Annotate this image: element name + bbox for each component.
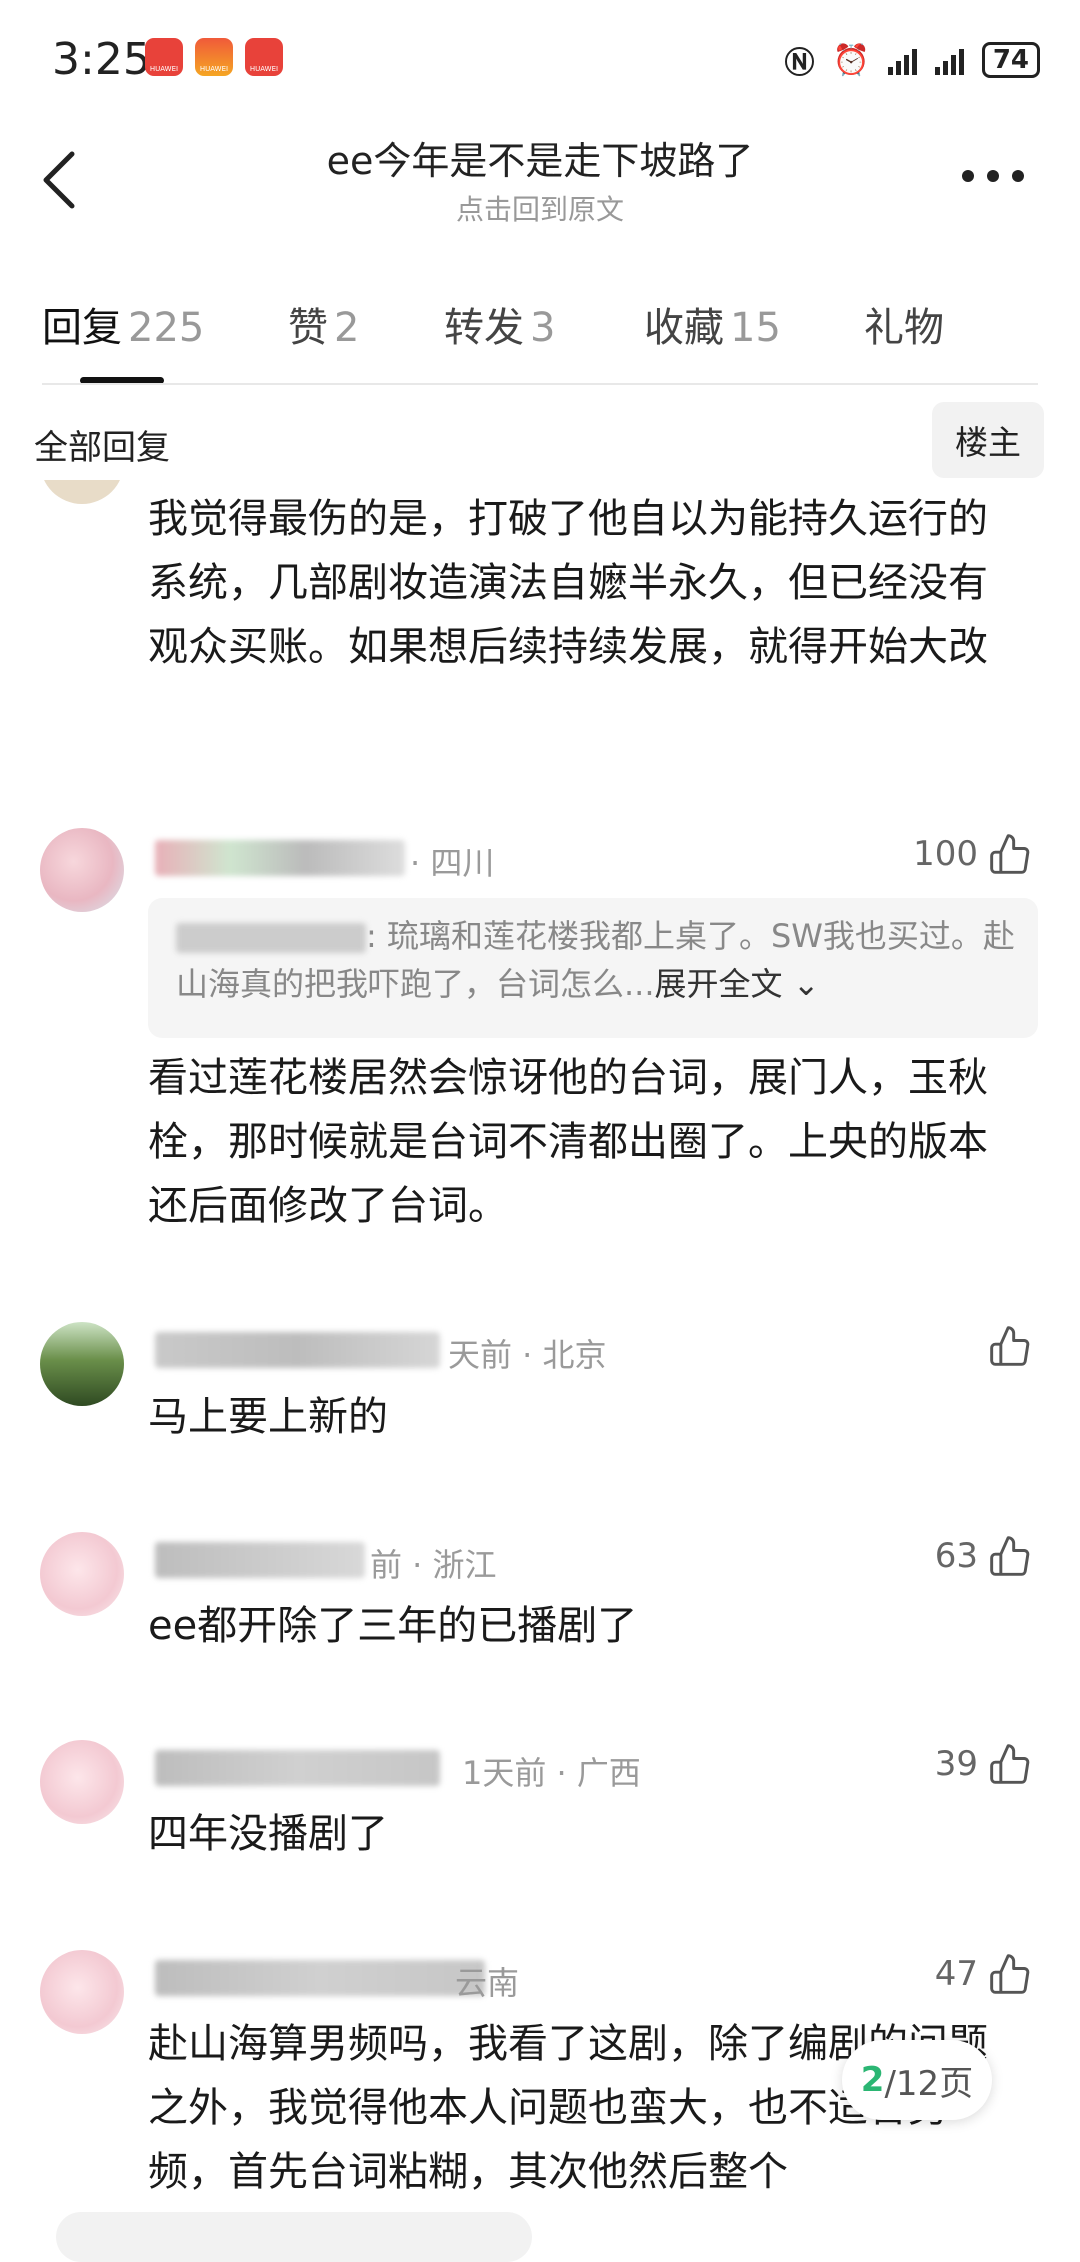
chevron-down-icon: ⌄	[782, 965, 820, 1003]
status-indicators: Ⓝ ⏰ 74	[784, 38, 1040, 82]
username[interactable]	[155, 1750, 440, 1786]
comment-meta: 天前 · 北京	[448, 1336, 607, 1374]
like-count: 100	[913, 834, 978, 874]
tab-gifts[interactable]: 礼物	[864, 295, 944, 353]
quoted-username	[176, 923, 366, 953]
like-button[interactable]: 63	[935, 1534, 1032, 1578]
tab-reposts[interactable]: 转发 3	[444, 295, 555, 353]
comment-text: 马上要上新的	[148, 1394, 388, 1440]
comment-text: 看过莲花楼居然会惊讶他的台词，展门人，玉秋栓，那时候就是台词不清都出圈了。上央的…	[148, 1055, 988, 1229]
comment-text: 四年没播剧了	[148, 1811, 388, 1857]
tab-replies[interactable]: 回复 225	[42, 295, 204, 353]
tab-bar: 回复 225 赞2 转发 3 收藏 15 礼物	[42, 295, 1042, 365]
username[interactable]	[155, 1960, 485, 1996]
username[interactable]	[155, 1332, 440, 1368]
quoted-reply[interactable]: : 琉璃和莲花楼我都上桌了。SW我也买过。赴山海真的把我吓跑了，台词怎么...展…	[148, 898, 1038, 1038]
all-replies-label[interactable]: 全部回复	[34, 420, 170, 469]
huawei-app-icon: HUAWEI	[245, 38, 283, 76]
op-only-button[interactable]: 楼主	[932, 402, 1044, 478]
nfc-icon: Ⓝ	[784, 46, 815, 81]
avatar[interactable]	[40, 1532, 124, 1616]
divider	[42, 383, 1038, 385]
like-count: 63	[934, 1536, 978, 1576]
more-options-button[interactable]	[958, 155, 1028, 195]
comment-meta: 1天前 · 广西	[462, 1754, 641, 1792]
username[interactable]	[155, 840, 405, 876]
page-title[interactable]: ee今年是不是走下坡路了	[0, 130, 1080, 185]
like-button[interactable]	[988, 1324, 1032, 1368]
like-count: 47	[934, 1954, 978, 1994]
huawei-app-icon: HUAWEI	[145, 38, 183, 76]
avatar[interactable]	[40, 1950, 124, 2034]
comment-meta: · 四川	[410, 844, 495, 882]
back-to-original-link[interactable]: 点击回到原文	[0, 188, 1080, 228]
signal-icon	[934, 45, 964, 75]
thumbs-up-icon	[990, 1536, 1030, 1576]
comment-text: ee都开除了三年的已播剧了	[148, 1603, 638, 1649]
like-button[interactable]: 39	[935, 1742, 1032, 1786]
avatar[interactable]	[40, 1740, 124, 1824]
comment-meta: 云南	[455, 1964, 520, 2002]
like-count: 39	[934, 1744, 978, 1784]
expand-full-text[interactable]: 展开全文	[655, 965, 783, 1003]
avatar[interactable]	[40, 1322, 124, 1406]
username[interactable]	[155, 1542, 365, 1578]
signal-icon	[887, 45, 917, 75]
thumbs-up-icon	[990, 834, 1030, 874]
battery-icon: 74	[981, 42, 1040, 78]
comment-text: 我觉得最伤的是，打破了他自以为能持久运行的系统，几部剧妆造演法自嬷半永久，但已经…	[148, 496, 988, 670]
alarm-icon: ⏰	[832, 42, 870, 78]
tab-likes[interactable]: 赞2	[288, 295, 359, 353]
page-indicator[interactable]: 2/12页	[842, 2040, 992, 2120]
comment-meta: 前 · 浙江	[370, 1546, 497, 1584]
thumbs-up-icon	[990, 1326, 1030, 1366]
reply-input[interactable]	[56, 2212, 532, 2262]
more-icon	[962, 170, 1024, 182]
huawei-app-icon: HUAWEI	[195, 38, 233, 76]
avatar[interactable]	[40, 828, 124, 912]
like-button[interactable]: 100	[913, 832, 1032, 876]
thumbs-up-icon	[990, 1954, 1030, 1994]
status-time: 3:25	[52, 34, 151, 85]
like-button[interactable]: 47	[935, 1952, 1032, 1996]
thumbs-up-icon	[990, 1744, 1030, 1784]
tab-favorites[interactable]: 收藏 15	[644, 295, 781, 353]
